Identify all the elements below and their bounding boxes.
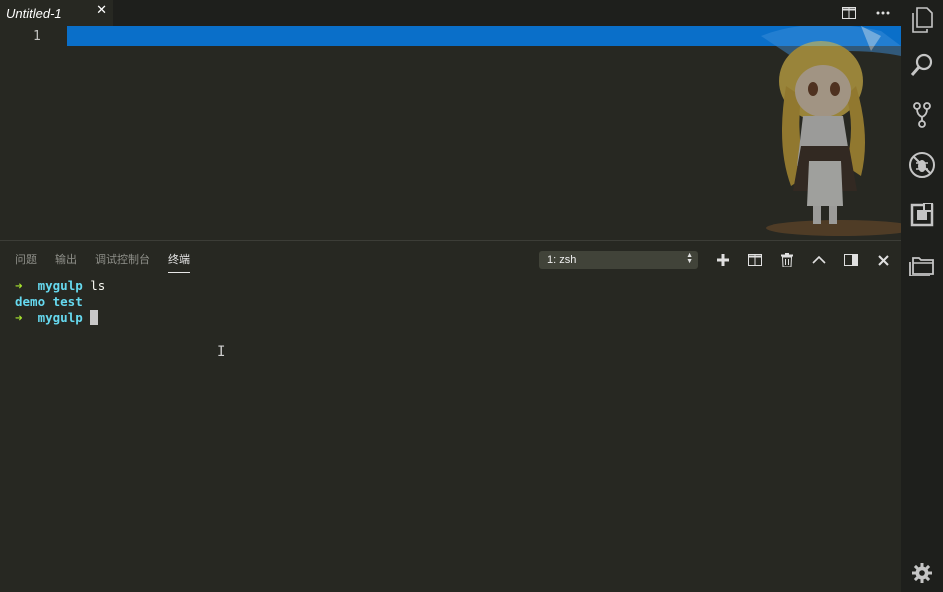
settings-gear-icon[interactable] — [901, 553, 943, 592]
folder-icon[interactable] — [901, 245, 943, 285]
terminal-selector-value: 1: zsh — [547, 254, 577, 266]
mascot-background-image — [761, 26, 901, 236]
search-icon[interactable] — [901, 45, 943, 85]
ibeam-cursor-icon: I — [217, 344, 226, 360]
maximize-panel-icon[interactable] — [811, 251, 827, 269]
tab-terminal[interactable]: 终端 — [168, 251, 190, 273]
explorer-icon[interactable] — [901, 0, 943, 40]
more-actions-icon[interactable] — [875, 5, 891, 21]
bottom-panel: 问题 输出 调试控制台 终端 1: zsh ▲ ▼ ➜ mygulp ls dem… — [0, 240, 901, 592]
source-control-icon[interactable] — [901, 95, 943, 135]
prompt-directory: mygulp — [37, 278, 83, 293]
debug-icon[interactable] — [901, 145, 943, 185]
kill-terminal-icon[interactable] — [779, 251, 795, 269]
split-terminal-icon[interactable] — [747, 251, 763, 269]
terminal-line: ➜ mygulp — [15, 310, 105, 326]
toggle-panel-position-icon[interactable] — [843, 251, 859, 269]
extensions-icon[interactable] — [901, 195, 943, 235]
tab-title: Untitled-1 — [6, 5, 62, 21]
terminal-cursor — [90, 310, 99, 325]
line-number: 1 — [33, 29, 41, 44]
tab-untitled-1[interactable]: Untitled-1 ✕ — [0, 0, 113, 26]
close-icon[interactable]: ✕ — [96, 3, 107, 18]
terminal-line: ➜ mygulp ls — [15, 278, 105, 294]
panel-actions — [715, 251, 891, 269]
tab-output[interactable]: 输出 — [55, 251, 77, 273]
panel-tabs: 问题 输出 调试控制台 终端 — [15, 251, 190, 273]
tab-problems[interactable]: 问题 — [15, 251, 37, 273]
add-terminal-icon[interactable] — [715, 251, 731, 269]
prompt-arrow: ➜ — [15, 278, 23, 293]
terminal-output[interactable]: ➜ mygulp ls demo test ➜ mygulp — [15, 278, 105, 326]
editor-actions — [841, 0, 891, 26]
terminal-command: ls — [90, 278, 106, 293]
activity-bar — [901, 0, 943, 592]
tab-debug-console[interactable]: 调试控制台 — [95, 251, 150, 273]
split-editor-icon[interactable] — [841, 5, 857, 21]
terminal-line: demo test — [15, 294, 105, 310]
editor-area[interactable]: 1 — [0, 26, 901, 240]
terminal-output-text: demo test — [15, 294, 83, 309]
select-arrows-icon: ▲ ▼ — [686, 252, 693, 265]
editor-tab-bar: Untitled-1 ✕ — [0, 0, 901, 26]
prompt-arrow: ➜ — [15, 310, 23, 325]
terminal-selector[interactable]: 1: zsh ▲ ▼ — [539, 251, 698, 269]
close-panel-icon[interactable] — [875, 251, 891, 269]
prompt-directory: mygulp — [37, 310, 83, 325]
